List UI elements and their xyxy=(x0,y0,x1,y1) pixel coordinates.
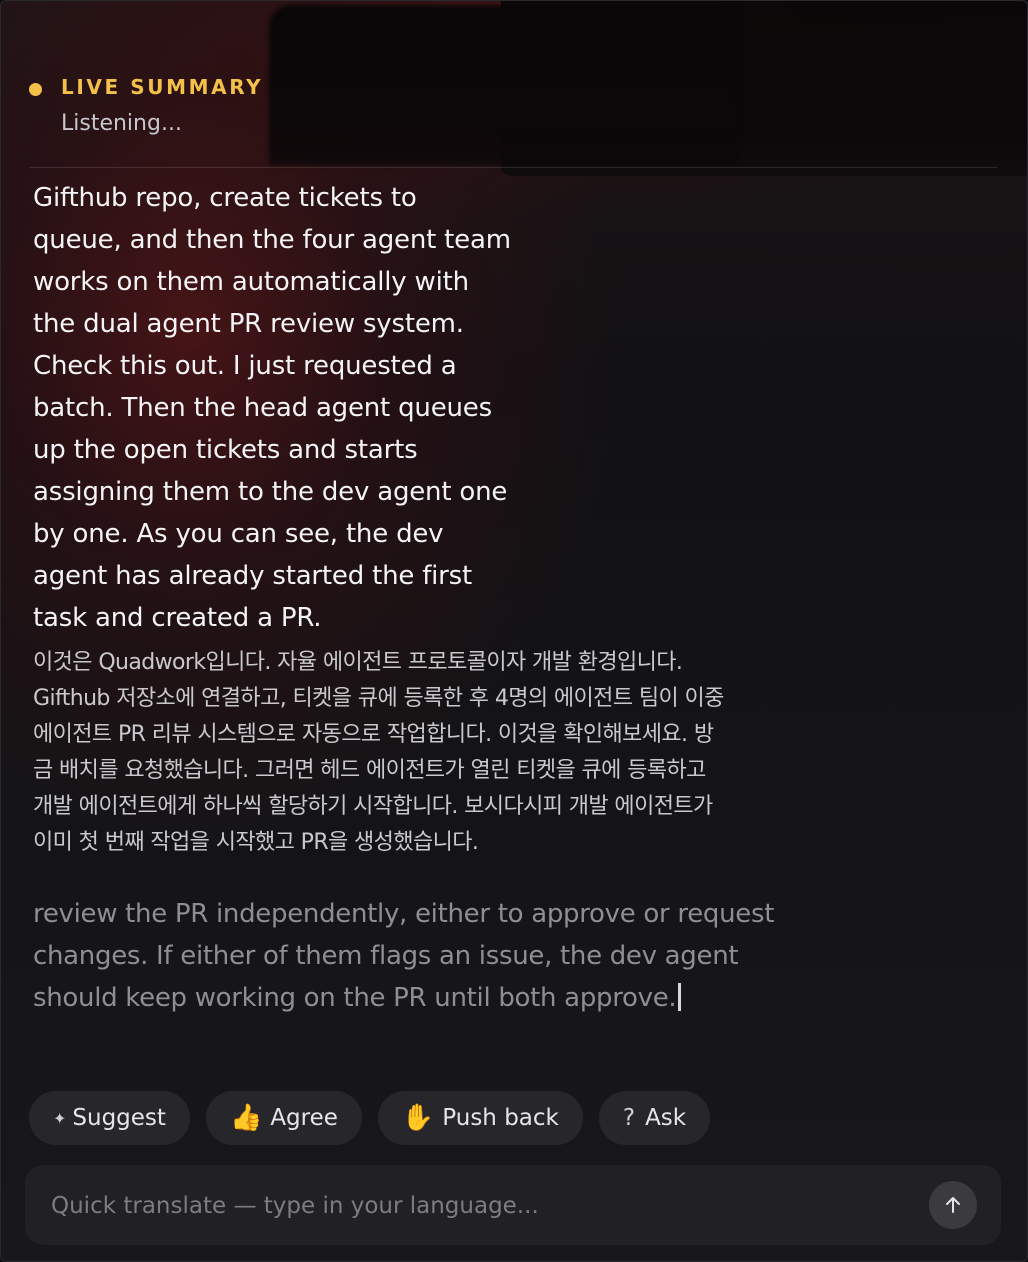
live-transcript-line: review the PR independently, either to a… xyxy=(33,899,775,929)
transcript-line: Gifthub repo, create tickets to xyxy=(33,183,417,213)
korean-translation: 이것은 Quadwork입니다. 자율 에이전트 프로토콜이자 개발 환경입니다… xyxy=(33,645,863,861)
text-caret-icon xyxy=(678,983,682,1011)
push-back-button[interactable]: ✋ Push back xyxy=(377,1091,583,1145)
sparkle-icon: ✦ xyxy=(53,1108,67,1128)
transcript-line: Check this out. I just requested a xyxy=(33,351,457,381)
transcript-line: works on them automatically with xyxy=(33,267,469,297)
send-button[interactable] xyxy=(929,1181,977,1229)
transcript-line: assigning them to the dev agent one xyxy=(33,477,508,507)
raised-hand-icon: ✋ xyxy=(401,1103,435,1133)
translation-line: 이것은 Quadwork입니다. 자율 에이전트 프로토콜이자 개발 환경입니다… xyxy=(33,650,683,675)
live-summary-label: LIVE SUMMARY xyxy=(61,75,264,99)
ask-label: Ask xyxy=(645,1105,687,1131)
translation-line: Gifthub 저장소에 연결하고, 티켓을 큐에 등록한 후 4명의 에이전트… xyxy=(33,686,724,711)
live-transcript: review the PR independently, either to a… xyxy=(33,893,853,1019)
transcript-line: agent has already started the first xyxy=(33,561,473,591)
translation-line: 에이전트 PR 리뷰 시스템으로 자동으로 작업합니다. 이것을 확인해보세요.… xyxy=(33,722,714,747)
question-icon: ? xyxy=(622,1105,636,1131)
live-transcript-line-last: should keep working on the PR until both… xyxy=(33,977,853,1019)
ask-button[interactable]: ? Ask xyxy=(598,1091,711,1145)
suggest-label: Suggest xyxy=(72,1105,166,1131)
arrow-up-icon xyxy=(946,1197,960,1213)
agree-label: Agree xyxy=(270,1105,338,1131)
listening-status: Listening... xyxy=(61,111,182,136)
thumbs-up-icon: 👍 xyxy=(229,1103,263,1133)
transcript-line: up the open tickets and starts xyxy=(33,435,418,465)
quick-translate-bar xyxy=(25,1165,1001,1245)
translation-line: 금 배치를 요청했습니다. 그러면 헤드 에이전트가 열린 티켓을 큐에 등록하… xyxy=(33,758,706,783)
transcript-line: queue, and then the four agent team xyxy=(33,225,511,255)
quick-translate-input[interactable] xyxy=(49,1185,913,1227)
redacted-region-top xyxy=(269,5,739,165)
live-indicator-icon xyxy=(29,83,42,96)
agree-button[interactable]: 👍 Agree xyxy=(205,1091,362,1145)
header-divider xyxy=(29,167,997,168)
transcript-line: by one. As you can see, the dev xyxy=(33,519,444,549)
live-transcript-line: changes. If either of them flags an issu… xyxy=(33,941,739,971)
translation-line: 개발 에이전트에게 하나씩 할당하기 시작합니다. 보시다시피 개발 에이전트가 xyxy=(33,794,713,819)
live-transcript-line: should keep working on the PR until both… xyxy=(33,983,677,1013)
live-summary-window: LIVE SUMMARY Listening... Gifthub repo, … xyxy=(0,0,1028,1262)
quick-actions: ✦ Suggest 👍 Agree ✋ Push back ? Ask xyxy=(29,1091,711,1145)
translation-line: 이미 첫 번째 작업을 시작했고 PR을 생성했습니다. xyxy=(33,830,479,855)
english-transcript: Gifthub repo, create tickets to queue, a… xyxy=(33,177,573,639)
transcript-line: batch. Then the head agent queues xyxy=(33,393,492,423)
transcript-line: task and created a PR. xyxy=(33,603,322,633)
push-back-label: Push back xyxy=(442,1105,559,1131)
transcript-line: the dual agent PR review system. xyxy=(33,309,464,339)
suggest-button[interactable]: ✦ Suggest xyxy=(29,1091,190,1145)
